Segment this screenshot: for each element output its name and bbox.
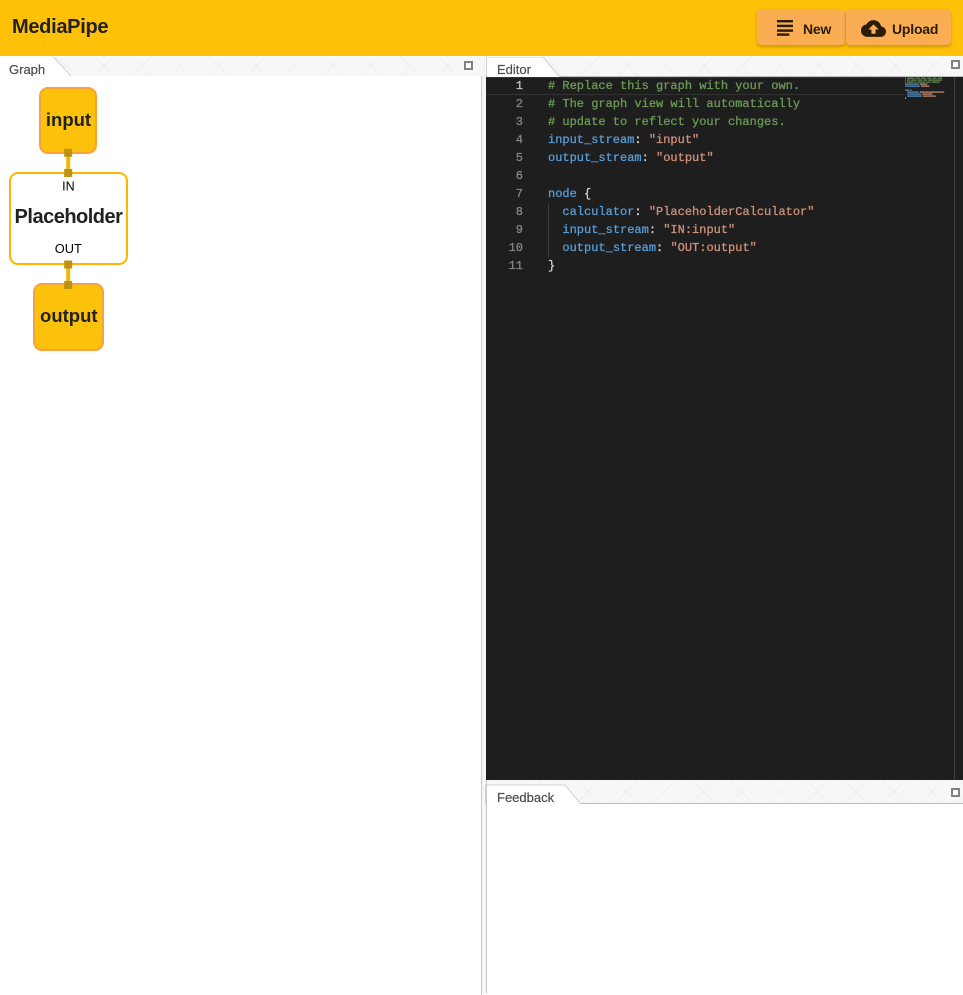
svg-text:output: output — [40, 305, 98, 326]
svg-text:IN: IN — [62, 180, 75, 194]
svg-text:input: input — [46, 109, 91, 130]
svg-text:Placeholder: Placeholder — [15, 206, 124, 228]
svg-text:OUT: OUT — [55, 241, 82, 256]
